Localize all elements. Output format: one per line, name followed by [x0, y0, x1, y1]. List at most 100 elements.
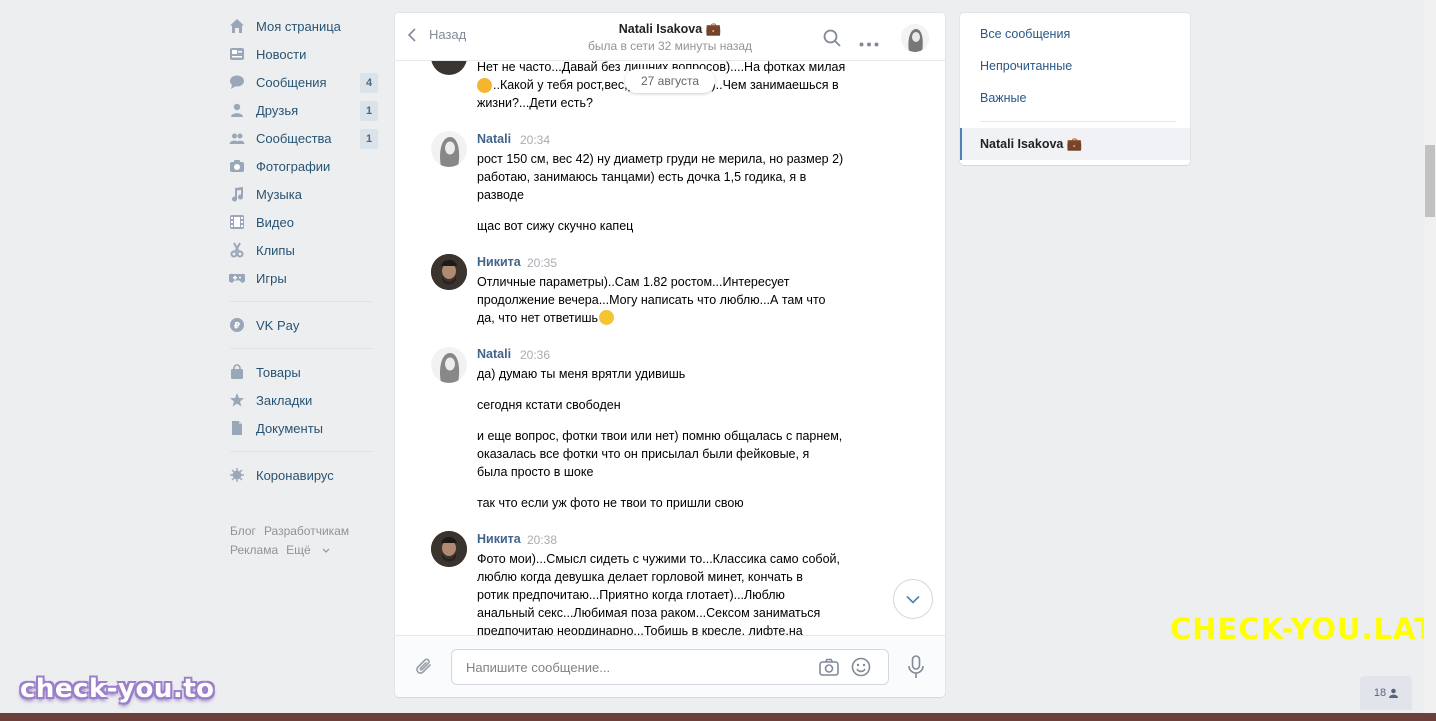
filter-all-messages[interactable]: Все сообщения	[980, 27, 1070, 41]
message-text: щас вот сижу скучно капец	[477, 219, 634, 233]
message-text: оказалась все фотки что он присылал были…	[477, 447, 810, 461]
sender-avatar[interactable]	[431, 531, 467, 567]
online-count: 18	[1373, 687, 1387, 699]
nav-label: Клипы	[256, 242, 295, 258]
nav-item-communities[interactable]: Сообщества 1	[224, 124, 384, 152]
filter-important[interactable]: Важные	[980, 91, 1027, 105]
message-author[interactable]: Natali	[477, 347, 511, 361]
nav-item-games[interactable]: Игры	[224, 264, 384, 292]
voice-message-button[interactable]	[907, 655, 925, 682]
message-text: и еще вопрос, фотки твои или нет) помню …	[477, 429, 843, 443]
messages-count-badge: 4	[360, 73, 378, 93]
microphone-icon	[908, 655, 924, 678]
nav-item-documents[interactable]: Документы	[224, 414, 384, 442]
message-author[interactable]: Никита	[477, 532, 521, 546]
nav-label: Моя страница	[256, 18, 341, 34]
avatar-image	[431, 254, 467, 290]
nav-item-video[interactable]: Видео	[224, 208, 384, 236]
message-text: люблю когда девушка делает горловой мине…	[477, 570, 803, 584]
messages-icon	[229, 74, 245, 90]
nav-item-goods[interactable]: Товары	[224, 358, 384, 386]
message-text: да) думаю ты меня врятли удивишь	[477, 367, 686, 381]
nav-item-vk-pay[interactable]: ₽ VK Pay	[224, 311, 384, 339]
sender-avatar[interactable]	[431, 61, 467, 75]
nav-label: Видео	[256, 214, 294, 230]
filter-unread[interactable]: Непрочитанные	[980, 59, 1072, 73]
conversation-item-active[interactable]: Natali Isakova 💼	[960, 128, 1190, 160]
message-text: жизни?...Дети есть?	[477, 96, 593, 110]
left-navigation: Моя страница Новости Сообщения 4 Друзья …	[224, 12, 384, 489]
nav-item-clips[interactable]: Клипы	[224, 236, 384, 264]
footer-link-ads[interactable]: Реклама	[230, 543, 278, 557]
nav-divider	[230, 301, 372, 302]
flushed-emoji-icon	[599, 310, 615, 325]
footer-link-blog[interactable]: Блог	[230, 524, 256, 538]
nav-label: Фотографии	[256, 158, 331, 174]
message-author[interactable]: Natali	[477, 132, 511, 146]
message-author[interactable]: Никита	[477, 255, 521, 269]
avatar-image	[440, 353, 460, 383]
sender-avatar[interactable]	[431, 347, 467, 383]
bag-icon	[229, 364, 245, 380]
chevron-down-icon	[906, 595, 920, 604]
message-time[interactable]: 20:38	[527, 533, 557, 547]
nav-item-bookmarks[interactable]: Закладки	[224, 386, 384, 414]
footer-links: Блог Разработчикам Реклама Ещё	[230, 522, 400, 560]
camera-icon	[229, 158, 245, 174]
clips-icon	[229, 242, 245, 258]
scroll-to-bottom-button[interactable]	[893, 579, 933, 619]
conversations-filter-panel: Все сообщения Непрочитанные Важные Natal…	[960, 13, 1190, 165]
nav-label: Новости	[256, 46, 307, 62]
watermark-left: check-you.to	[20, 674, 215, 704]
news-icon	[229, 46, 245, 62]
nav-item-friends[interactable]: Друзья 1	[224, 96, 384, 124]
more-actions-button[interactable]	[859, 35, 879, 50]
message-time[interactable]: 20:34	[520, 133, 550, 147]
message-history[interactable]: Нет не часто...Давай без лишних вопросов…	[395, 61, 945, 635]
message-text: так что если уж фото не твои то пришли с…	[477, 496, 744, 510]
nav-item-news[interactable]: Новости	[224, 40, 384, 68]
attach-button[interactable]	[415, 657, 435, 680]
message-text: ротик предпочитаю...Приятно когда глотае…	[477, 588, 785, 602]
message-time[interactable]: 20:35	[527, 256, 557, 270]
chevron-down-icon	[322, 548, 330, 553]
friends-count-badge: 1	[360, 101, 378, 121]
nav-item-music[interactable]: Музыка	[224, 180, 384, 208]
nav-divider	[230, 348, 372, 349]
camera-button[interactable]	[819, 658, 839, 679]
nav-item-my-page[interactable]: Моя страница	[224, 12, 384, 40]
virus-icon	[229, 467, 245, 483]
footer-more-label: Ещё	[286, 543, 311, 557]
message-text: предпочитаю неординарно...Тобишь в кресл…	[477, 624, 803, 635]
date-divider: 27 августа	[625, 69, 715, 93]
message-time[interactable]: 20:36	[520, 348, 550, 362]
nav-item-photos[interactable]: Фотографии	[224, 152, 384, 180]
sender-avatar[interactable]	[431, 254, 467, 290]
nav-label: Закладки	[256, 392, 313, 408]
message-text: была просто в шоке	[477, 465, 594, 479]
online-friends-counter[interactable]: 18	[1360, 676, 1412, 710]
emoji-button[interactable]	[851, 657, 871, 680]
communities-icon	[229, 130, 245, 146]
paperclip-icon	[416, 658, 431, 674]
footer-link-developers[interactable]: Разработчикам	[264, 524, 349, 538]
nav-item-messages[interactable]: Сообщения 4	[224, 68, 384, 96]
footer-link-more[interactable]: Ещё	[286, 543, 330, 557]
search-button[interactable]	[823, 29, 841, 50]
chat-header: Назад Natali Isakova 💼 была в сети 32 ми…	[395, 13, 945, 61]
message-text-span: да, что нет ответишь	[477, 311, 599, 325]
search-icon	[823, 29, 841, 47]
star-icon	[229, 392, 245, 408]
video-icon	[229, 214, 245, 230]
sender-avatar[interactable]	[431, 131, 467, 167]
avatar-image	[431, 531, 467, 567]
peer-avatar[interactable]	[901, 24, 929, 52]
nav-label: Товары	[256, 364, 301, 380]
message-text: сегодня кстати свободен	[477, 398, 621, 412]
scrollbar-thumb[interactable]	[1425, 145, 1435, 217]
nav-label: Сообщества	[256, 130, 332, 146]
document-icon	[229, 420, 245, 436]
nav-label: Документы	[256, 420, 324, 436]
nav-item-coronavirus[interactable]: Коронавирус	[224, 461, 384, 489]
page-scrollbar[interactable]	[1424, 0, 1436, 713]
